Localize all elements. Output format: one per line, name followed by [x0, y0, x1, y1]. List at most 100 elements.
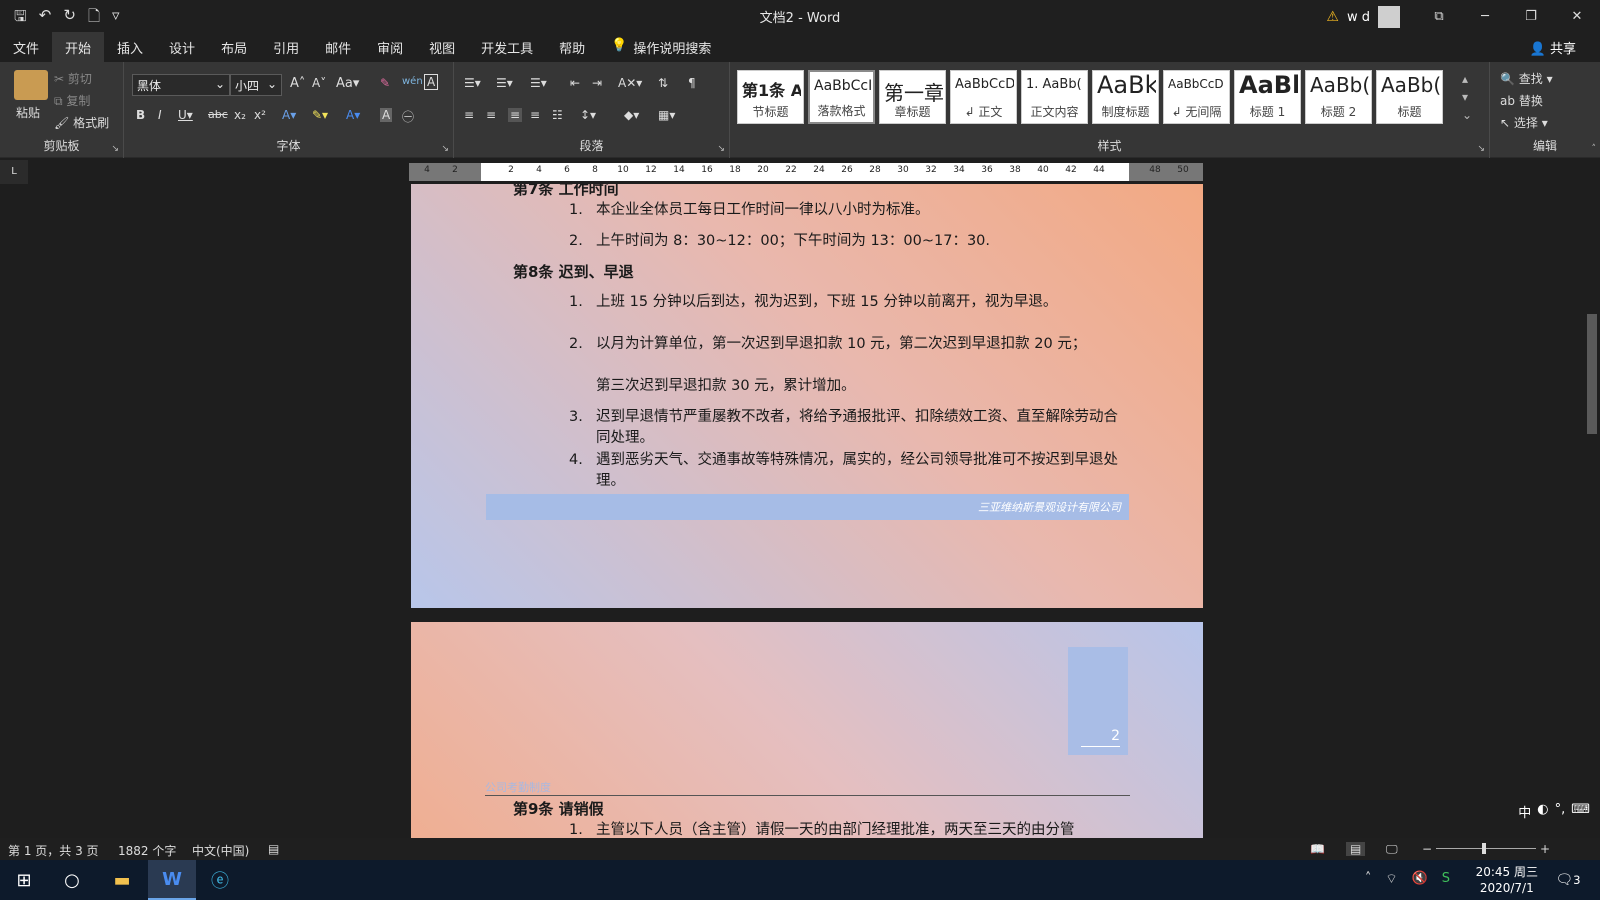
- justify-icon[interactable]: ≡: [530, 108, 540, 122]
- paragraph-launcher-icon[interactable]: ↘: [717, 144, 725, 154]
- volume-mute-icon[interactable]: 🔇: [1412, 871, 1428, 887]
- copy-button[interactable]: ⧉ 复制: [54, 92, 90, 109]
- enclose-characters-icon[interactable]: ㊀: [402, 108, 414, 125]
- sort-icon[interactable]: ⇅: [658, 76, 668, 90]
- word-app-icon[interactable]: W: [148, 860, 196, 900]
- highlight-color-icon[interactable]: ✎▾: [312, 108, 328, 122]
- style-item[interactable]: AaBb(标题 2: [1305, 70, 1372, 124]
- chevron-up-icon[interactable]: ▴: [1462, 70, 1472, 88]
- zoom-in-icon[interactable]: +: [1540, 842, 1550, 856]
- text-effects-icon[interactable]: A▾: [282, 108, 296, 122]
- align-center-icon[interactable]: ≡: [486, 108, 496, 122]
- style-item[interactable]: 第1条 A 节标题: [737, 70, 804, 124]
- style-item[interactable]: 第一章 章标题: [879, 70, 946, 124]
- font-name-select[interactable]: 黑体 ⌄: [132, 74, 230, 96]
- style-item[interactable]: AaBbCcD ↲ 正文: [950, 70, 1017, 124]
- keyboard-icon[interactable]: ⌨: [1571, 802, 1590, 821]
- clock[interactable]: 20:45 周三 2020/7/1: [1476, 864, 1538, 896]
- font-launcher-icon[interactable]: ↘: [441, 144, 449, 154]
- page[interactable]: 第7条 工作时间 1. 本企业全体员工每日工作时间一律以八小时为标准。 2. 上午时…: [411, 184, 1203, 608]
- style-item[interactable]: AaBbCcD ↲ 无间隔: [1163, 70, 1230, 124]
- horizontal-ruler[interactable]: 4 2 2 4 6 8 10 12 14 16 18 20 22 24 26 28 30 32 34 36 38 40 42…: [409, 163, 1203, 181]
- replace-button[interactable]: ab 替换: [1500, 92, 1543, 109]
- align-left-icon[interactable]: ≡: [464, 108, 474, 122]
- shading-icon[interactable]: ◆▾: [624, 108, 639, 122]
- show-marks-icon[interactable]: ¶: [688, 76, 696, 90]
- page[interactable]: 2 公司考勤制度 第9条 请销假 1. 主管以下人员（含主管）请假一天的由部门经理…: [411, 622, 1203, 838]
- tab-review[interactable]: 审阅: [364, 32, 416, 62]
- scrollbar-thumb[interactable]: [1587, 314, 1597, 434]
- tab-file[interactable]: 文件: [0, 32, 52, 62]
- tab-mailings[interactable]: 邮件: [312, 32, 364, 62]
- wifi-icon[interactable]: ⌔: [1385, 871, 1397, 887]
- style-item[interactable]: AaBbCcI 落款格式: [808, 70, 875, 124]
- word-count[interactable]: 1882 个字: [118, 842, 176, 859]
- line-spacing-icon[interactable]: ↕▾: [580, 108, 596, 122]
- change-case-icon[interactable]: Aa▾: [336, 76, 359, 91]
- print-layout-icon[interactable]: ▤: [1346, 842, 1366, 856]
- tab-selector[interactable]: L: [0, 160, 28, 184]
- macro-record-icon[interactable]: ▤: [268, 842, 279, 856]
- tab-help[interactable]: 帮助: [546, 32, 598, 62]
- page-count[interactable]: 第 1 页，共 3 页: [8, 842, 99, 859]
- user-account[interactable]: ⚠ w d: [1326, 6, 1400, 28]
- search-icon[interactable]: ○: [48, 860, 96, 900]
- cut-button[interactable]: ✂ 剪切: [54, 70, 92, 87]
- share-button[interactable]: 👤 共享: [1530, 38, 1576, 57]
- warning-icon[interactable]: ⚠: [1326, 9, 1339, 25]
- bold-icon[interactable]: B: [136, 108, 145, 122]
- format-painter-button[interactable]: 🖌 格式刷: [54, 114, 109, 131]
- tab-insert[interactable]: 插入: [104, 32, 156, 62]
- style-item[interactable]: AaBl 标题 1: [1234, 70, 1301, 124]
- bullets-icon[interactable]: ☰▾: [464, 76, 481, 90]
- avatar[interactable]: [1378, 6, 1400, 28]
- font-size-select[interactable]: 小四 ⌄: [230, 74, 282, 96]
- web-layout-icon[interactable]: 🖵: [1386, 842, 1398, 857]
- browser-icon[interactable]: ⓔ: [196, 860, 244, 900]
- tab-design[interactable]: 设计: [156, 32, 208, 62]
- notification-center-icon[interactable]: 🗨 3: [1548, 860, 1588, 900]
- styles-launcher-icon[interactable]: ↘: [1477, 144, 1485, 154]
- superscript-icon[interactable]: x²: [254, 108, 266, 122]
- distributed-icon[interactable]: ☷: [552, 108, 563, 122]
- borders-icon[interactable]: ▦▾: [658, 108, 675, 122]
- zoom-out-icon[interactable]: −: [1422, 842, 1432, 856]
- tab-view[interactable]: 视图: [416, 32, 468, 62]
- punctuation-icon[interactable]: °,: [1555, 802, 1566, 821]
- paste-icon[interactable]: [14, 70, 48, 100]
- tab-layout[interactable]: 布局: [208, 32, 260, 62]
- start-icon[interactable]: ⊞: [0, 860, 48, 900]
- align-right-icon[interactable]: ≡: [508, 108, 523, 122]
- moon-icon[interactable]: ◐: [1537, 802, 1548, 821]
- more-styles-icon[interactable]: ⌄: [1462, 106, 1472, 124]
- ime-mode[interactable]: 中: [1518, 802, 1531, 821]
- style-item[interactable]: 1. AaBb(正文内容: [1021, 70, 1088, 124]
- character-border-icon[interactable]: A: [424, 74, 439, 90]
- italic-icon[interactable]: I: [158, 108, 162, 122]
- underline-icon[interactable]: U▾: [178, 108, 193, 122]
- clipboard-launcher-icon[interactable]: ↘: [111, 144, 119, 154]
- numbering-icon[interactable]: ☰▾: [496, 76, 513, 90]
- strikethrough-icon[interactable]: abc: [208, 108, 228, 121]
- zoom-slider-thumb[interactable]: [1482, 843, 1486, 854]
- ime-status[interactable]: 中 ◐ °, ⌨: [1518, 802, 1590, 821]
- find-button[interactable]: 🔍 查找 ▾: [1500, 70, 1553, 87]
- paste-label[interactable]: 粘贴: [16, 104, 40, 121]
- character-shading-icon[interactable]: A: [380, 108, 393, 122]
- styles-scroll[interactable]: ▴ ▾ ⌄: [1462, 70, 1472, 124]
- style-item[interactable]: AaBb(标题: [1376, 70, 1443, 124]
- language[interactable]: 中文(中国): [192, 842, 249, 859]
- tell-me-search[interactable]: 💡 操作说明搜索: [598, 32, 724, 62]
- tab-developer[interactable]: 开发工具: [468, 32, 546, 62]
- decrease-indent-icon[interactable]: ⇤: [570, 76, 580, 90]
- phonetic-guide-icon[interactable]: wén: [402, 76, 423, 87]
- tab-home[interactable]: 开始: [52, 32, 105, 62]
- restore-icon[interactable]: ❐: [1508, 0, 1554, 32]
- file-explorer-icon[interactable]: ▬: [98, 860, 146, 900]
- tab-references[interactable]: 引用: [260, 32, 312, 62]
- multilevel-list-icon[interactable]: ☰▾: [530, 76, 547, 90]
- ime-toolbar[interactable]: 中 ◐ °, ⌨: [1406, 796, 1596, 836]
- clear-formatting-icon[interactable]: ✎: [380, 76, 390, 90]
- increase-indent-icon[interactable]: ⇥: [592, 76, 602, 90]
- style-item[interactable]: AaBk 制度标题: [1092, 70, 1159, 124]
